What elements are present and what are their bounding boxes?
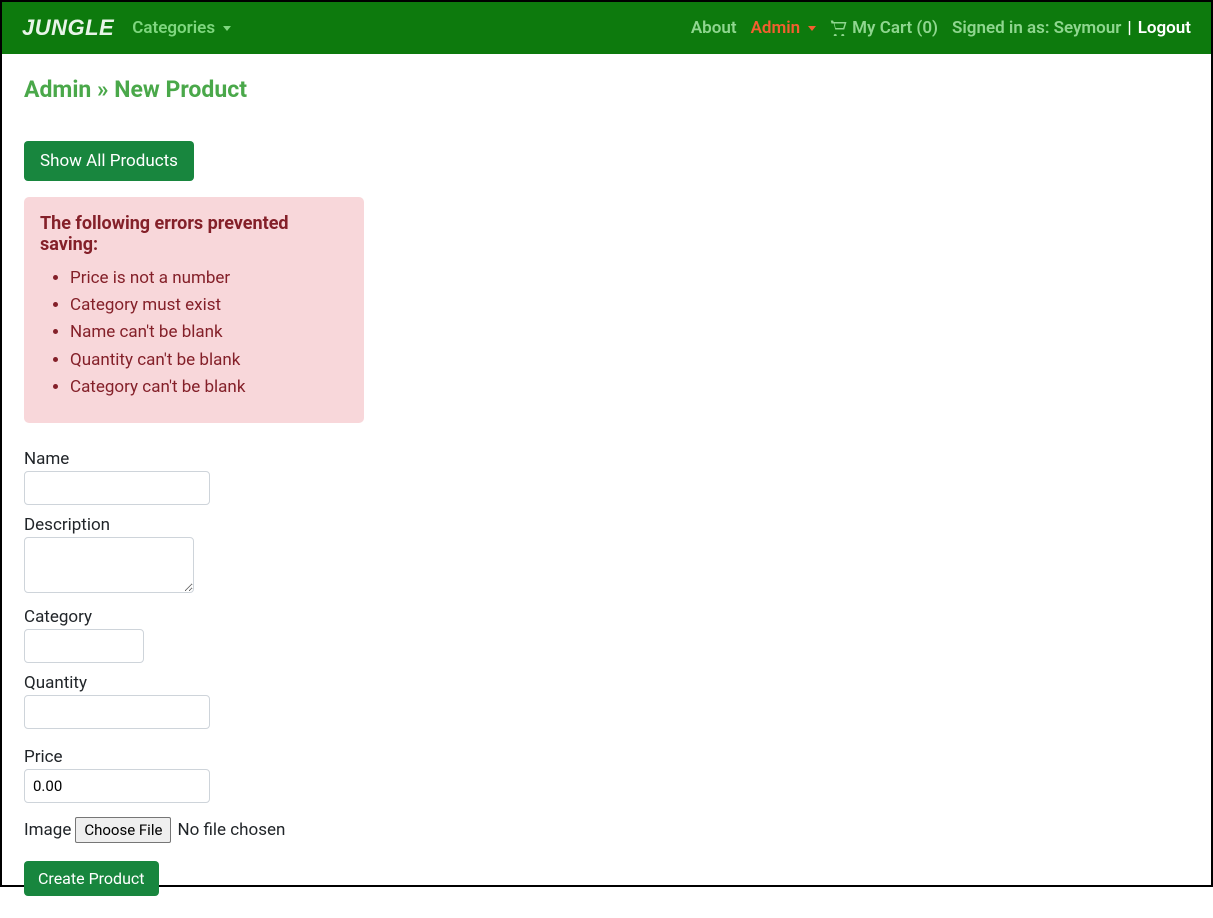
brand-logo[interactable]: JUNGLE: [22, 15, 114, 41]
signed-in-prefix: Signed in as:: [952, 18, 1050, 38]
nav-cart-label: My Cart (0): [852, 18, 938, 38]
nav-categories-dropdown[interactable]: Categories: [132, 18, 231, 38]
name-input[interactable]: [24, 471, 210, 505]
description-label: Description: [24, 515, 1189, 535]
file-status-text: No file chosen: [177, 820, 285, 840]
navbar: JUNGLE Categories About Admin My Cart (0…: [2, 2, 1211, 54]
category-label: Category: [24, 607, 1189, 627]
nav-categories-label: Categories: [132, 18, 215, 38]
nav-admin-dropdown[interactable]: Admin: [751, 18, 817, 38]
signed-in-user: Seymour: [1054, 18, 1122, 38]
category-input[interactable]: [24, 629, 144, 663]
cart-icon: [830, 20, 848, 36]
page-content: Admin » New Product Show All Products Th…: [2, 54, 1211, 918]
error-item: Category can't be blank: [70, 374, 348, 401]
error-item: Price is not a number: [70, 265, 348, 292]
error-list: Price is not a number Category must exis…: [40, 265, 348, 401]
show-all-products-button[interactable]: Show All Products: [24, 141, 194, 181]
description-textarea[interactable]: [24, 537, 194, 593]
nav-cart-link[interactable]: My Cart (0): [830, 18, 938, 38]
new-product-form: Name Description Category Quantity Price…: [24, 449, 1189, 896]
error-item: Category must exist: [70, 292, 348, 319]
error-alert: The following errors prevented saving: P…: [24, 197, 364, 423]
choose-file-button[interactable]: Choose File: [75, 817, 171, 843]
nav-admin-label: Admin: [751, 18, 801, 38]
nav-logout-link[interactable]: Logout: [1138, 18, 1191, 38]
error-alert-heading: The following errors prevented saving:: [40, 213, 348, 255]
quantity-label: Quantity: [24, 673, 1189, 693]
page-title: Admin » New Product: [24, 76, 1189, 103]
caret-down-icon: [808, 26, 816, 31]
quantity-input[interactable]: [24, 695, 210, 729]
separator: |: [1127, 18, 1131, 38]
create-product-button[interactable]: Create Product: [24, 861, 159, 896]
nav-signed-in: Signed in as: Seymour | Logout: [952, 18, 1191, 38]
name-label: Name: [24, 449, 1189, 469]
caret-down-icon: [223, 26, 231, 31]
price-input[interactable]: [24, 769, 210, 803]
error-item: Quantity can't be blank: [70, 347, 348, 374]
price-label: Price: [24, 747, 1189, 767]
error-item: Name can't be blank: [70, 319, 348, 346]
nav-about-link[interactable]: About: [691, 18, 737, 38]
image-label: Image: [24, 820, 71, 840]
